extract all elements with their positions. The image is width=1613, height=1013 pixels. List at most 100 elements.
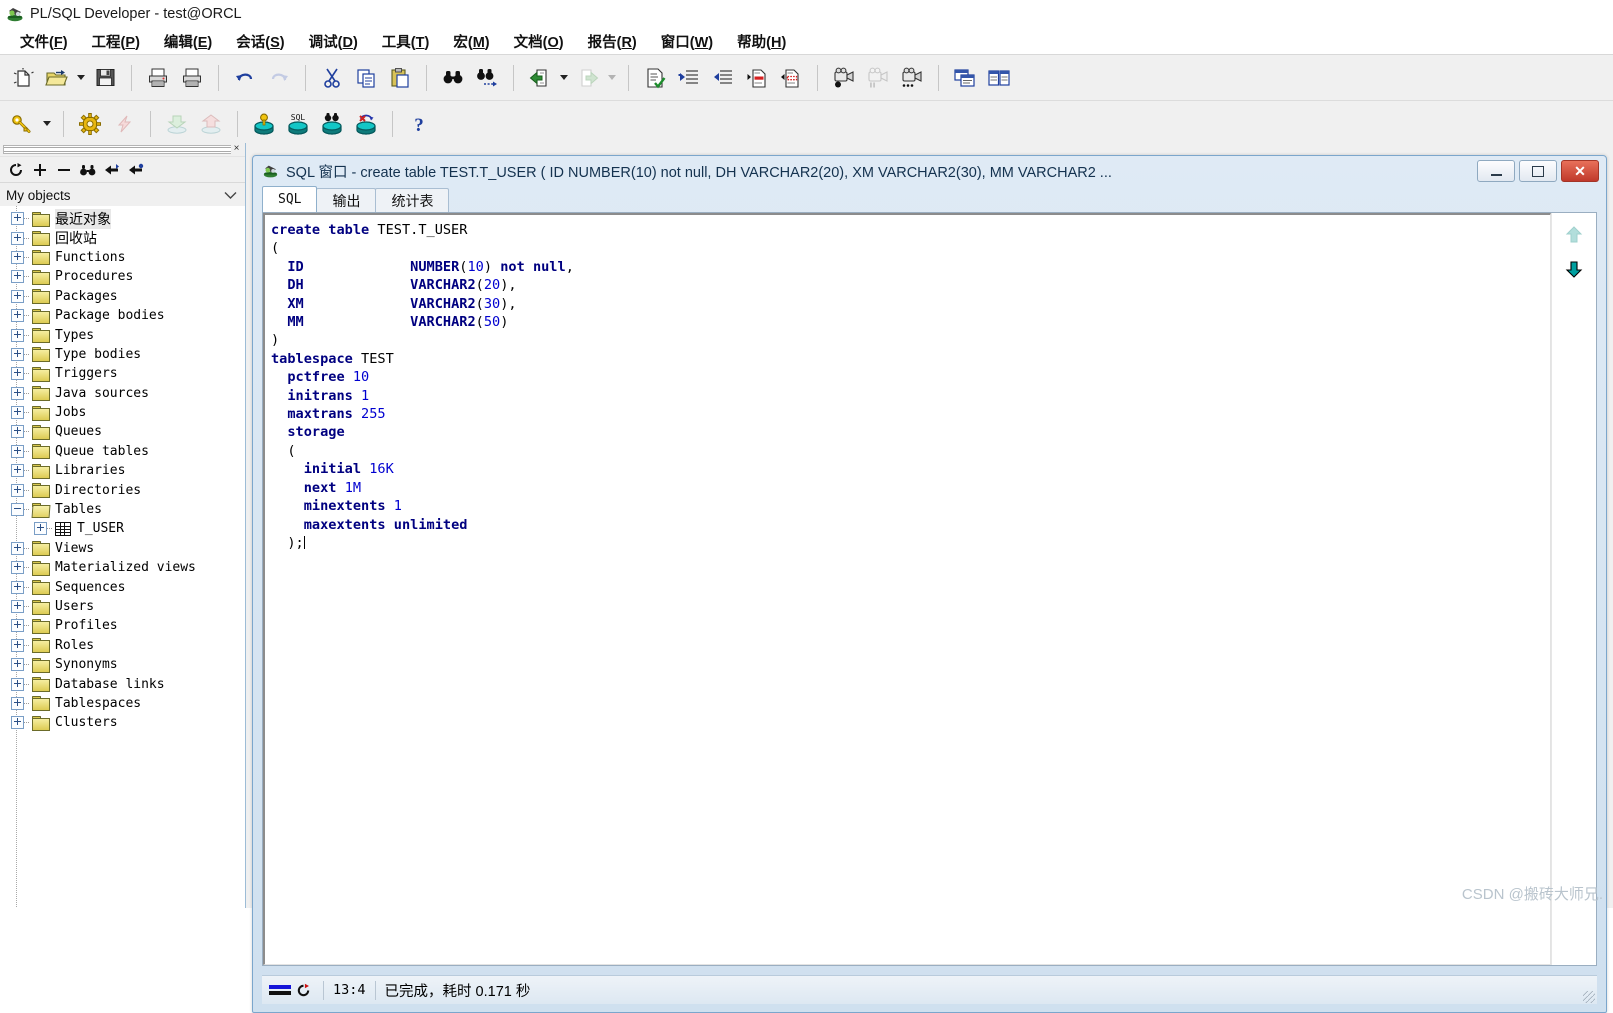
expand-node-icon[interactable] [11, 619, 24, 633]
find-icon[interactable] [436, 61, 470, 95]
cut-icon[interactable] [315, 61, 349, 95]
print-icon[interactable] [141, 61, 175, 95]
tree-node[interactable]: Functions [0, 248, 245, 267]
cascade-windows-icon[interactable] [948, 61, 982, 95]
db-rollback-icon[interactable] [349, 107, 383, 141]
expand-node-icon[interactable] [11, 406, 24, 420]
expand-node-icon[interactable] [11, 561, 24, 575]
help-question-icon[interactable]: ? [402, 107, 436, 141]
expand-node-icon[interactable] [11, 483, 24, 497]
tree-node[interactable]: Queues [0, 422, 245, 441]
tree-node[interactable]: 回收站 [0, 228, 245, 247]
find-object-icon[interactable] [77, 159, 99, 181]
expand-node-icon[interactable] [11, 600, 24, 613]
tree-node[interactable]: Java sources [0, 384, 245, 403]
tree-node[interactable]: Materialized views [0, 558, 245, 577]
refresh-red-icon[interactable] [292, 983, 314, 998]
expand-all-icon[interactable] [29, 159, 51, 181]
sql-window-title-bar[interactable]: SQL 窗口 - create table TEST.T_USER ( ID N… [253, 156, 1606, 186]
tile-windows-icon[interactable] [982, 61, 1016, 95]
db-find-icon[interactable] [315, 107, 349, 141]
collapse-all-icon[interactable] [53, 159, 75, 181]
redo-icon[interactable] [262, 61, 296, 95]
tree-node[interactable]: Sequences [0, 577, 245, 596]
menu-project[interactable]: 工程(P) [80, 29, 152, 54]
expand-node-icon[interactable] [34, 522, 47, 536]
new-icon[interactable] [6, 61, 40, 95]
previous-icon[interactable] [523, 61, 557, 95]
tree-node[interactable]: Packages [0, 287, 245, 306]
tree-node[interactable]: Triggers [0, 364, 245, 383]
expand-node-icon[interactable] [11, 580, 24, 594]
expand-node-icon[interactable] [11, 250, 24, 264]
menu-tools[interactable]: 工具(T) [370, 29, 442, 54]
expand-node-icon[interactable] [11, 677, 24, 691]
previous-object-icon[interactable] [101, 159, 123, 181]
export-icon[interactable] [194, 107, 228, 141]
tree-node[interactable]: Profiles [0, 616, 245, 635]
menu-macro[interactable]: 宏(M) [441, 29, 501, 54]
tree-node[interactable]: Users [0, 597, 245, 616]
sql-editor[interactable]: create table TEST.T_USER( ID NUMBER(10) … [263, 213, 1551, 965]
tree-node[interactable]: Libraries [0, 461, 245, 480]
expand-node-icon[interactable] [11, 212, 24, 226]
expand-node-icon[interactable] [11, 541, 24, 555]
pause-macro-icon[interactable] [861, 61, 895, 95]
paste-icon[interactable] [383, 61, 417, 95]
tree-node[interactable]: Directories [0, 480, 245, 499]
menu-window[interactable]: 窗口(W) [649, 29, 725, 54]
key-icon[interactable] [6, 107, 40, 141]
outdent-icon[interactable] [706, 61, 740, 95]
chevron-down-icon[interactable] [224, 188, 237, 203]
tree-node[interactable]: Jobs [0, 403, 245, 422]
expand-node-icon[interactable] [11, 270, 24, 284]
copy-icon[interactable] [349, 61, 383, 95]
uncomment-icon[interactable] [774, 61, 808, 95]
tab-sql[interactable]: SQL [262, 186, 318, 212]
save-icon[interactable] [88, 61, 122, 95]
menu-debug[interactable]: 调试(D) [297, 29, 370, 54]
play-macro-icon[interactable] [895, 61, 929, 95]
tree-node[interactable]: Views [0, 539, 245, 558]
tab-output[interactable]: 输出 [316, 188, 377, 212]
import-icon[interactable] [160, 107, 194, 141]
db-key-icon[interactable] [247, 107, 281, 141]
previous-dropdown-arrow[interactable] [557, 61, 571, 95]
scroll-down-arrow[interactable] [1565, 259, 1583, 279]
resize-grip[interactable] [1583, 991, 1595, 1003]
tree-node[interactable]: Synonyms [0, 655, 245, 674]
expand-node-icon[interactable] [11, 425, 24, 439]
expand-node-icon[interactable] [11, 386, 24, 400]
expand-node-icon[interactable] [11, 444, 24, 458]
minimize-icon[interactable] [1477, 160, 1515, 182]
menu-file[interactable]: 文件(F) [8, 29, 80, 54]
db-sql-icon[interactable]: SQL [281, 107, 315, 141]
menu-report[interactable]: 报告(R) [576, 29, 649, 54]
menu-session[interactable]: 会话(S) [224, 29, 296, 54]
maximize-icon[interactable] [1519, 160, 1557, 182]
collapse-node-icon[interactable] [11, 503, 24, 517]
tree-node[interactable]: Package bodies [0, 306, 245, 325]
break-icon[interactable] [107, 107, 141, 141]
next-dropdown-arrow[interactable] [605, 61, 619, 95]
close-icon[interactable]: × [231, 144, 242, 155]
tree-node[interactable]: Tables [0, 500, 245, 519]
next-icon[interactable] [571, 61, 605, 95]
comment-icon[interactable] [740, 61, 774, 95]
expand-node-icon[interactable] [11, 309, 24, 323]
sql-code[interactable]: create table TEST.T_USER( ID NUMBER(10) … [265, 215, 1550, 552]
expand-node-icon[interactable] [11, 347, 24, 361]
key-dropdown-arrow[interactable] [40, 107, 54, 141]
open-dropdown-arrow[interactable] [74, 61, 88, 95]
undo-icon[interactable] [228, 61, 262, 95]
expand-node-icon[interactable] [11, 231, 24, 245]
panel-drag-grip[interactable]: × [0, 143, 245, 157]
expand-node-icon[interactable] [11, 658, 24, 672]
tree-node[interactable]: Roles [0, 636, 245, 655]
menu-edit[interactable]: 编辑(E) [152, 29, 224, 54]
object-tree[interactable]: 最近对象 回收站 Functions Procedures Packages Packag… [0, 206, 245, 908]
tree-node[interactable]: Queue tables [0, 442, 245, 461]
expand-node-icon[interactable] [11, 328, 24, 342]
close-icon[interactable]: ✕ [1561, 160, 1599, 182]
tree-node[interactable]: Procedures [0, 267, 245, 286]
